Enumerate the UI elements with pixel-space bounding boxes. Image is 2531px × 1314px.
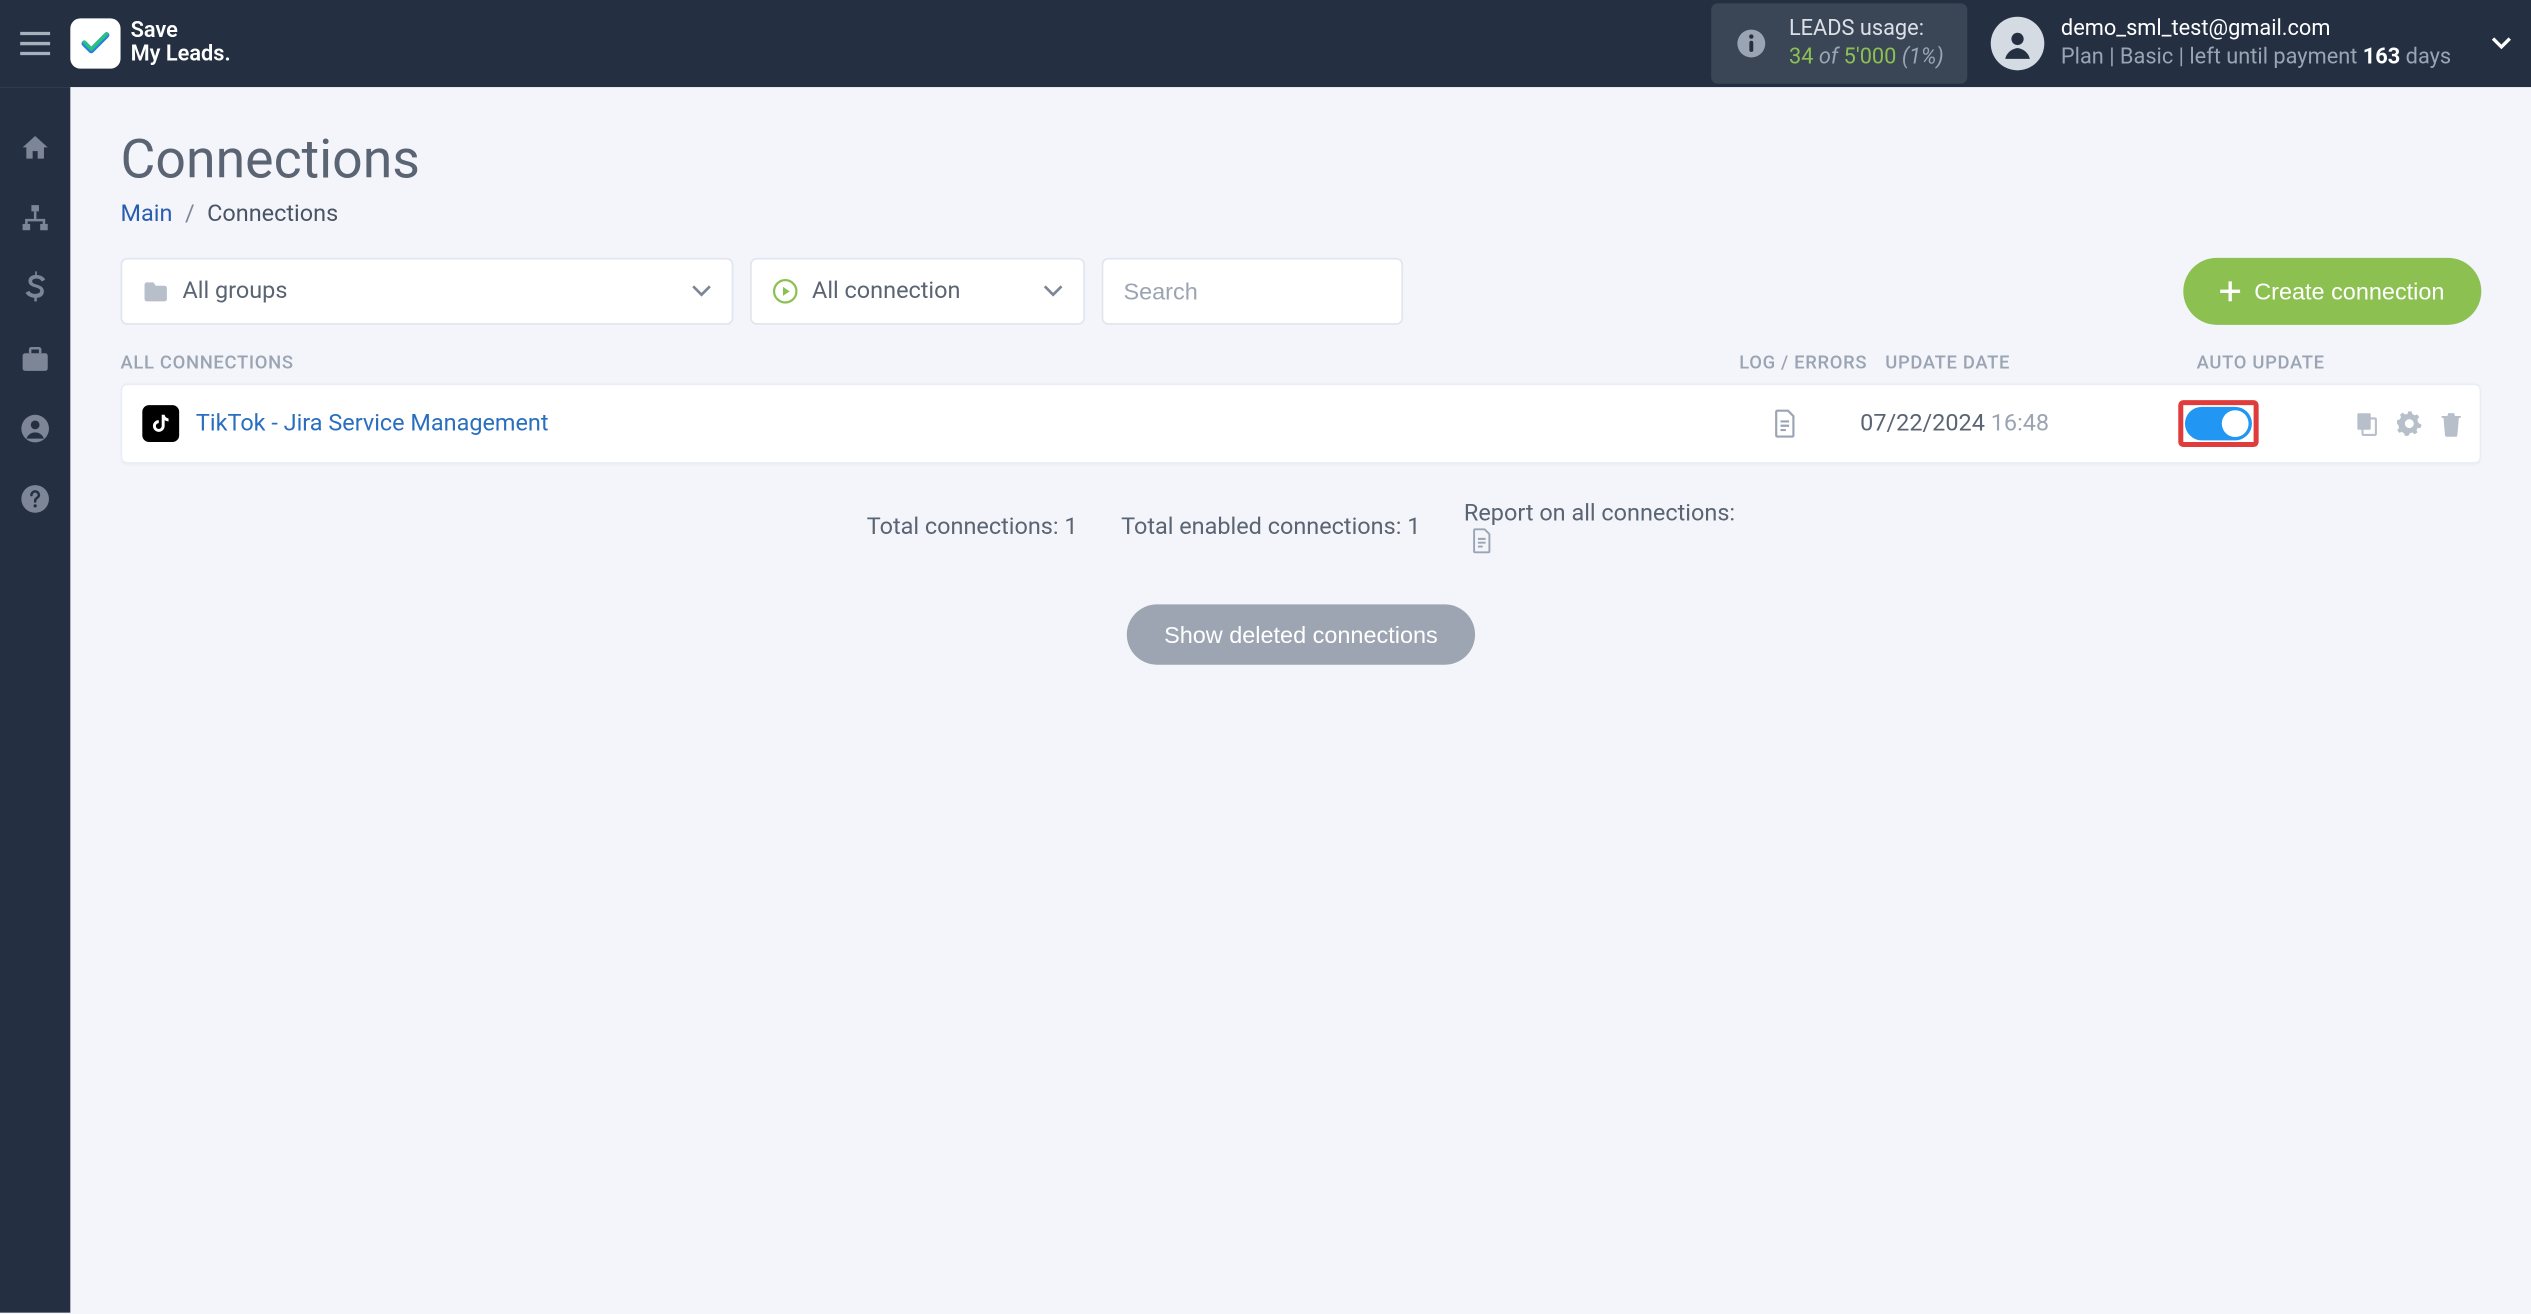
breadcrumb-main-link[interactable]: Main xyxy=(121,201,173,228)
trash-icon xyxy=(2439,410,2462,437)
search-input[interactable] xyxy=(1102,258,1403,325)
log-button[interactable] xyxy=(1709,409,1860,439)
groups-select[interactable]: All groups xyxy=(121,258,734,325)
sidebar-item-connections[interactable] xyxy=(0,201,70,234)
chevron-down-icon xyxy=(2491,37,2511,50)
update-date: 07/22/2024 16:48 xyxy=(1860,410,2178,437)
question-circle-icon xyxy=(20,484,50,514)
leads-pct: (1%) xyxy=(1902,45,1944,70)
tiktok-icon xyxy=(142,405,179,442)
report-button[interactable] xyxy=(1464,527,1735,554)
page-title: Connections xyxy=(121,127,2482,191)
dollar-icon xyxy=(25,271,45,304)
enabled-connections: Total enabled connections: 1 xyxy=(1121,514,1420,541)
home-icon xyxy=(20,132,50,162)
menu-toggle-button[interactable] xyxy=(0,0,70,87)
settings-button[interactable] xyxy=(2396,410,2423,437)
status-select-label: All connection xyxy=(812,278,960,305)
col-log: LOG / ERRORS xyxy=(1728,352,1879,374)
folder-icon xyxy=(142,280,169,303)
sidebar-item-services[interactable] xyxy=(0,342,70,375)
leads-usage-label: LEADS usage: xyxy=(1789,17,1944,42)
create-connection-button[interactable]: Create connection xyxy=(2184,258,2481,325)
delete-button[interactable] xyxy=(2439,410,2462,437)
sidebar-item-billing[interactable] xyxy=(0,271,70,304)
breadcrumb-sep: / xyxy=(185,201,195,228)
col-auto: AUTO UPDATE xyxy=(2197,352,2482,374)
breadcrumb: Main / Connections xyxy=(121,201,2482,228)
breadcrumb-current: Connections xyxy=(207,201,338,228)
col-date: UPDATE DATE xyxy=(1879,352,2197,374)
user-email: demo_sml_test@gmail.com xyxy=(2061,17,2451,42)
sidebar xyxy=(0,87,70,1313)
logo[interactable]: Save My Leads. xyxy=(70,18,230,68)
leads-used: 34 xyxy=(1789,45,1813,70)
main-content: Connections Main / Connections All group… xyxy=(70,87,2531,1313)
status-select[interactable]: All connection xyxy=(750,258,1085,325)
sidebar-item-help[interactable] xyxy=(0,482,70,515)
auto-update-highlight xyxy=(2178,400,2258,447)
chevron-down-icon xyxy=(1043,285,1063,298)
user-menu[interactable]: demo_sml_test@gmail.com Plan | Basic | l… xyxy=(1991,17,2512,71)
groups-select-label: All groups xyxy=(182,278,287,305)
avatar-icon xyxy=(1991,17,2045,71)
user-plan: Plan | Basic | left until payment 163 da… xyxy=(2061,45,2451,70)
leads-usage-text: LEADS usage: 34 of 5'000 (1%) xyxy=(1789,17,1944,71)
auto-update-toggle[interactable] xyxy=(2185,407,2252,440)
hamburger-icon xyxy=(20,32,50,55)
row-actions xyxy=(2306,410,2463,437)
stats-row: Total connections: 1 Total enabled conne… xyxy=(121,501,2482,555)
show-deleted-button[interactable]: Show deleted connections xyxy=(1127,604,1474,664)
document-icon xyxy=(1771,409,1798,439)
user-text: demo_sml_test@gmail.com Plan | Basic | l… xyxy=(2061,17,2451,71)
info-icon xyxy=(1735,27,1768,60)
connection-row: TikTok - Jira Service Management 07/22/2… xyxy=(121,383,2482,463)
filters-row: All groups All connection Create connect… xyxy=(121,258,2482,325)
leads-usage-badge[interactable]: LEADS usage: 34 of 5'000 (1%) xyxy=(1712,3,1967,83)
leads-total: 5'000 xyxy=(1844,45,1897,70)
plus-icon xyxy=(2221,281,2241,301)
chevron-down-icon xyxy=(691,285,711,298)
logo-mark xyxy=(70,18,120,68)
gear-icon xyxy=(2396,410,2423,437)
topbar: Save My Leads. LEADS usage: 34 of 5'000 … xyxy=(0,0,2531,87)
connection-name-link[interactable]: TikTok - Jira Service Management xyxy=(196,410,549,437)
briefcase-icon xyxy=(20,345,50,372)
copy-button[interactable] xyxy=(2354,410,2379,437)
user-circle-icon xyxy=(20,414,50,444)
total-connections: Total connections: 1 xyxy=(867,514,1078,541)
sidebar-item-home[interactable] xyxy=(0,131,70,164)
leads-of: of xyxy=(1819,45,1838,70)
document-icon xyxy=(1471,527,1494,554)
play-circle-icon xyxy=(772,278,799,305)
logo-text: Save My Leads. xyxy=(131,20,231,67)
table-header: ALL CONNECTIONS LOG / ERRORS UPDATE DATE… xyxy=(121,338,2482,383)
copy-icon xyxy=(2354,410,2379,437)
report-connections: Report on all connections: xyxy=(1464,501,1735,555)
sidebar-item-account[interactable] xyxy=(0,412,70,445)
sitemap-icon xyxy=(20,203,50,233)
create-connection-label: Create connection xyxy=(2254,278,2444,305)
check-icon xyxy=(79,27,112,60)
col-all-connections: ALL CONNECTIONS xyxy=(121,352,1728,374)
